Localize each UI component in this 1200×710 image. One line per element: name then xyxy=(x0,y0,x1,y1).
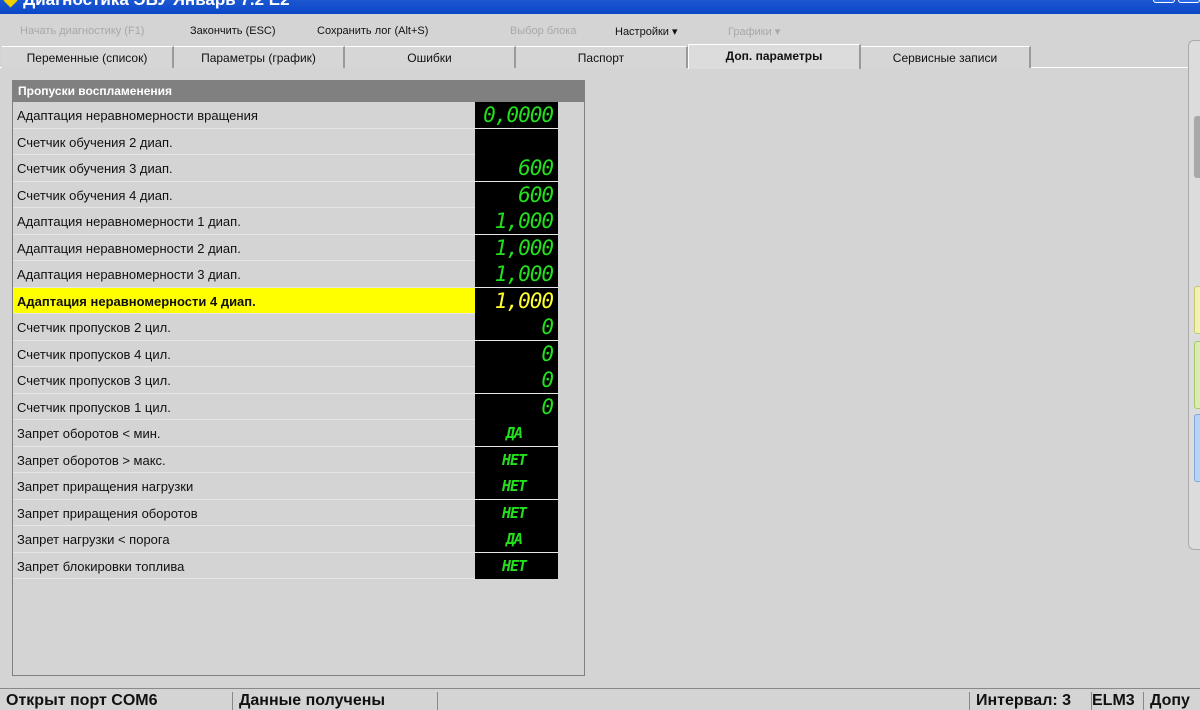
parameter-label: Запрет нагрузки < порога xyxy=(17,532,170,547)
status-adapter: ELM3 xyxy=(1088,692,1144,710)
stop-button[interactable]: Закончить (ESC) xyxy=(190,25,276,37)
parameter-value: НЕТ xyxy=(475,446,558,473)
parameter-value: 0 xyxy=(475,314,558,340)
side-tab-general[interactable] xyxy=(1194,116,1200,178)
parameter-row[interactable]: Запрет оборотов < мин. ДА xyxy=(13,420,558,447)
parameter-label: Адаптация неравномерности 2 диап. xyxy=(17,240,241,256)
tab-bar: Переменные (список) Параметры (график) О… xyxy=(0,44,1200,69)
parameter-row[interactable]: Счетчик обучения 3 диап. 600 xyxy=(13,155,558,182)
parameter-label: Запрет оборотов < мин. xyxy=(17,426,161,441)
status-data: Данные получены xyxy=(233,692,438,710)
side-panel[interactable] xyxy=(1188,40,1200,550)
parameter-value: 600 xyxy=(475,181,558,208)
parameter-value: НЕТ xyxy=(475,499,558,526)
parameter-row[interactable]: Адаптация неравномерности 1 диап. 1,000 xyxy=(13,208,558,235)
parameter-row[interactable]: Адаптация неравномерности 4 диап. 1,000 xyxy=(13,287,558,314)
parameter-label: Запрет приращения нагрузки xyxy=(17,479,194,494)
parameter-row[interactable]: Запрет нагрузки < порога ДА xyxy=(13,526,558,553)
window-title: Диагностика ЭБУ Январь 7.2 E2 xyxy=(23,0,290,9)
parameter-value: 0 xyxy=(475,393,558,420)
restore-button[interactable] xyxy=(1178,0,1200,3)
parameter-row[interactable]: Счетчик пропусков 1 цил. 0 xyxy=(13,393,558,420)
parameter-row[interactable]: Запрет приращения нагрузки НЕТ xyxy=(13,473,558,500)
tab-parameters[interactable]: Параметры (график) xyxy=(174,46,345,68)
status-empty xyxy=(438,692,970,710)
status-extra: Допу xyxy=(1144,692,1200,710)
parameter-value: 1,000 xyxy=(475,261,558,287)
parameter-label: Счетчик пропусков 1 цил. xyxy=(17,399,171,415)
parameter-label: Запрет приращения оборотов xyxy=(17,505,198,521)
tab-service-records[interactable]: Сервисные записи xyxy=(861,46,1031,68)
parameter-label: Счетчик пропусков 4 цил. xyxy=(17,346,171,362)
tab-variables[interactable]: Переменные (список) xyxy=(2,46,174,68)
parameter-label: Запрет оборотов > макс. xyxy=(17,452,166,468)
parameter-value: 600 xyxy=(475,155,558,181)
tab-errors[interactable]: Ошибки xyxy=(345,46,516,68)
tab-passport[interactable]: Паспорт xyxy=(516,46,688,68)
parameter-row[interactable]: Счетчик пропусков 2 цил. 0 xyxy=(13,314,558,341)
parameter-value: НЕТ xyxy=(475,552,558,579)
parameter-row[interactable]: Адаптация неравномерности 2 диап. 1,000 xyxy=(13,234,558,261)
parameter-value: ДА xyxy=(475,526,558,552)
save-log-button[interactable]: Сохранить лог (Alt+S) xyxy=(317,25,428,37)
parameter-label: Адаптация неравномерности 4 диап. xyxy=(17,293,256,309)
parameter-row[interactable]: Счетчик обучения 4 диап. 600 xyxy=(13,181,558,208)
parameter-label: Запрет блокировки топлива xyxy=(17,558,185,574)
parameter-row[interactable]: Адаптация неравномерности 3 диап. 1,000 xyxy=(13,261,558,288)
parameter-label: Адаптация неравномерности 1 диап. xyxy=(17,214,241,229)
parameter-value: НЕТ xyxy=(475,473,558,499)
parameter-value xyxy=(475,128,558,155)
misfire-panel: Пропуски воспламенения Адаптация неравно… xyxy=(12,80,585,676)
parameter-value: ДА xyxy=(475,420,558,446)
app-logo-icon: ◆ xyxy=(4,0,17,9)
parameter-row[interactable]: Счетчик пропусков 4 цил. 0 xyxy=(13,340,558,367)
parameter-value: 1,000 xyxy=(475,287,558,314)
parameter-row[interactable]: Запрет приращения оборотов НЕТ xyxy=(13,499,558,526)
panel-title: Пропуски воспламенения xyxy=(13,81,584,102)
parameter-label: Счетчик обучения 2 диап. xyxy=(17,134,173,150)
parameter-label: Счетчик обучения 4 диап. xyxy=(17,187,173,203)
parameter-value: 0 xyxy=(475,367,558,393)
side-tab-blue[interactable] xyxy=(1194,414,1200,482)
parameter-label: Счетчик пропусков 3 цил. xyxy=(17,373,171,388)
parameter-label: Счетчик обучения 3 диап. xyxy=(17,161,173,176)
select-block-button[interactable]: Выбор блока xyxy=(510,25,576,37)
status-interval: Интервал: 3 xyxy=(970,692,1092,710)
parameter-label: Адаптация неравномерности вращения xyxy=(17,108,258,123)
parameter-label: Счетчик пропусков 2 цил. xyxy=(17,320,171,335)
side-tab-yellow[interactable] xyxy=(1194,286,1200,334)
graphs-menu[interactable]: Графики ▾ xyxy=(728,25,780,38)
status-bar: Открыт порт COM6 Данные получены Интерва… xyxy=(0,688,1200,710)
toolbar: Начать диагностику (F1) Закончить (ESC) … xyxy=(0,20,1200,42)
parameter-value: 0 xyxy=(475,340,558,367)
parameter-row[interactable]: Адаптация неравномерности вращения 0,0000 xyxy=(13,102,558,129)
parameter-label: Адаптация неравномерности 3 диап. xyxy=(17,267,241,282)
parameter-value: 0,0000 xyxy=(475,102,558,128)
parameter-row[interactable]: Счетчик пропусков 3 цил. 0 xyxy=(13,367,558,394)
parameter-row[interactable]: Счетчик обучения 2 диап. xyxy=(13,128,558,155)
side-tab-green[interactable] xyxy=(1194,341,1200,409)
parameter-row[interactable]: Запрет оборотов > макс. НЕТ xyxy=(13,446,558,473)
tab-extra-parameters[interactable]: Доп. параметры xyxy=(688,44,861,69)
parameter-row[interactable]: Запрет блокировки топлива НЕТ xyxy=(13,552,558,579)
title-bar: ◆ Диагностика ЭБУ Январь 7.2 E2 xyxy=(0,0,1200,14)
parameter-value: 1,000 xyxy=(475,234,558,261)
start-diagnostics-button[interactable]: Начать диагностику (F1) xyxy=(20,25,144,37)
settings-menu[interactable]: Настройки ▾ xyxy=(615,25,678,38)
minimize-button[interactable] xyxy=(1153,0,1175,3)
parameter-value: 1,000 xyxy=(475,208,558,234)
status-port: Открыт порт COM6 xyxy=(0,692,233,710)
